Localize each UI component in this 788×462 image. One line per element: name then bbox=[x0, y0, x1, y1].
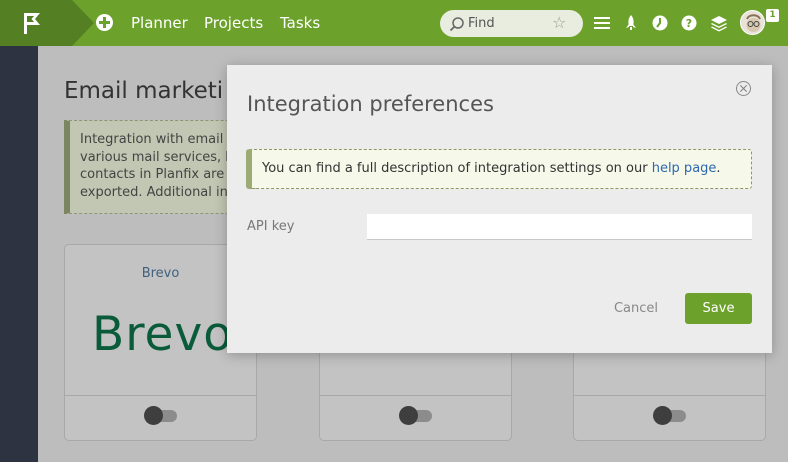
toggle-knob bbox=[399, 406, 418, 425]
enable-toggle[interactable] bbox=[399, 406, 432, 425]
search-box[interactable]: Find ☆ bbox=[440, 10, 583, 37]
nav-planner[interactable]: Planner bbox=[131, 14, 188, 32]
logo-flag-icon bbox=[24, 13, 40, 34]
rocket-icon[interactable] bbox=[622, 14, 640, 32]
layers-icon[interactable] bbox=[710, 14, 728, 32]
logo-arrow bbox=[72, 0, 94, 46]
card-divider bbox=[320, 395, 511, 396]
notice-suffix: . bbox=[716, 161, 721, 176]
notice-text: You can find a full description of integ… bbox=[262, 161, 652, 176]
dialog-title: Integration preferences bbox=[247, 92, 494, 116]
menu-icon[interactable] bbox=[593, 14, 611, 32]
enable-toggle[interactable] bbox=[144, 406, 177, 425]
enable-toggle[interactable] bbox=[653, 406, 686, 425]
star-icon[interactable]: ☆ bbox=[552, 13, 566, 32]
save-button[interactable]: Save bbox=[685, 293, 752, 324]
help-icon[interactable]: ? bbox=[680, 14, 698, 32]
left-sidebar bbox=[0, 46, 38, 462]
api-key-input[interactable] bbox=[367, 214, 752, 240]
integration-preferences-dialog: Integration preferences You can find a f… bbox=[227, 65, 772, 353]
svg-text:?: ? bbox=[686, 17, 692, 30]
notification-badge[interactable]: 1 bbox=[766, 9, 779, 22]
cancel-button[interactable]: Cancel bbox=[603, 292, 669, 324]
toggle-knob bbox=[144, 406, 163, 425]
add-icon[interactable] bbox=[96, 14, 113, 31]
search-icon bbox=[449, 17, 464, 32]
logo-block[interactable] bbox=[0, 0, 96, 46]
top-navigation-bar: Planner Projects Tasks Find ☆ ? 1 bbox=[0, 0, 788, 46]
card-divider bbox=[65, 395, 256, 396]
api-key-label: API key bbox=[247, 219, 295, 234]
info-notice: You can find a full description of integ… bbox=[246, 149, 752, 189]
search-input[interactable]: Find bbox=[468, 16, 495, 31]
card-divider bbox=[574, 395, 765, 396]
help-page-link[interactable]: help page bbox=[652, 161, 717, 176]
brevo-logo: Brevo bbox=[92, 307, 234, 362]
nav-projects[interactable]: Projects bbox=[204, 14, 263, 32]
nav-tasks[interactable]: Tasks bbox=[280, 14, 320, 32]
page-title: Email marketi bbox=[64, 78, 224, 104]
avatar[interactable] bbox=[740, 10, 765, 35]
toggle-knob bbox=[653, 406, 672, 425]
activity-icon[interactable] bbox=[651, 14, 669, 32]
close-icon[interactable] bbox=[736, 81, 751, 96]
